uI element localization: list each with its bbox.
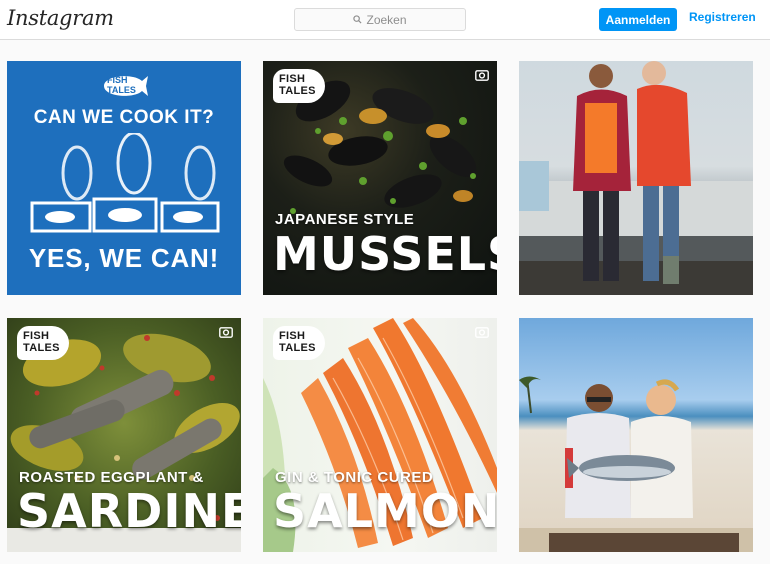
post-caption-title: SALMON xyxy=(273,484,497,538)
search-icon xyxy=(353,15,362,24)
search-placeholder: Zoeken xyxy=(366,12,407,27)
fish-tales-badge-text: FISH TALES xyxy=(107,75,136,95)
fish-tales-logo: FISH TALES xyxy=(273,69,325,103)
post-tile-mussels[interactable]: FISH TALES JAPANESE STYLE MUSSELS xyxy=(263,61,497,295)
post-tile-beach-photo[interactable] xyxy=(519,318,753,552)
post-tile-salmon[interactable]: FISH TALES GIN & TONIC CURED SALMON xyxy=(263,318,497,552)
post-headline: CAN WE COOK IT? xyxy=(33,107,215,128)
fish-tales-logo: FISH TALES xyxy=(17,326,69,360)
two-men-with-fish-photo xyxy=(519,376,753,552)
fish-tales-badge-text: FISH TALES xyxy=(279,330,316,354)
login-button[interactable]: Aanmelden xyxy=(599,8,677,31)
fish-tales-logo: FISH TALES xyxy=(100,71,150,101)
post-caption-subtitle: JAPANESE STYLE xyxy=(275,211,415,228)
post-tile-sardines[interactable]: FISHTALES ROASTED EGGPLANT & SARDINES xyxy=(7,318,241,552)
carousel-icon xyxy=(219,327,233,338)
post-caption-title: MUSSELS xyxy=(273,227,497,281)
fish-tales-logo: FISH TALES xyxy=(273,326,325,360)
fish-tales-badge-text: FISH TALES xyxy=(279,73,316,97)
post-tile-boat-photo[interactable] xyxy=(519,61,753,295)
carousel-icon xyxy=(475,70,489,81)
search-input[interactable]: Zoeken xyxy=(294,8,466,31)
carousel-icon xyxy=(475,327,489,338)
post-caption-title: SARDINES xyxy=(17,484,241,538)
post-tile-can-we-cook-it[interactable]: FISH TALES CAN WE COOK IT? YES, WE CAN! xyxy=(7,61,241,295)
register-link[interactable]: Registreren xyxy=(689,10,756,24)
instagram-logo[interactable]: Instagram xyxy=(7,6,114,30)
post-footline: YES, WE CAN! xyxy=(28,243,220,273)
top-nav-bar: Instagram Zoeken Aanmelden Registreren xyxy=(0,0,770,40)
fish-tales-badge-text: FISH TALES xyxy=(23,330,60,354)
fish-cans-illustration xyxy=(30,133,220,233)
two-people-by-boat-photo xyxy=(519,61,753,295)
